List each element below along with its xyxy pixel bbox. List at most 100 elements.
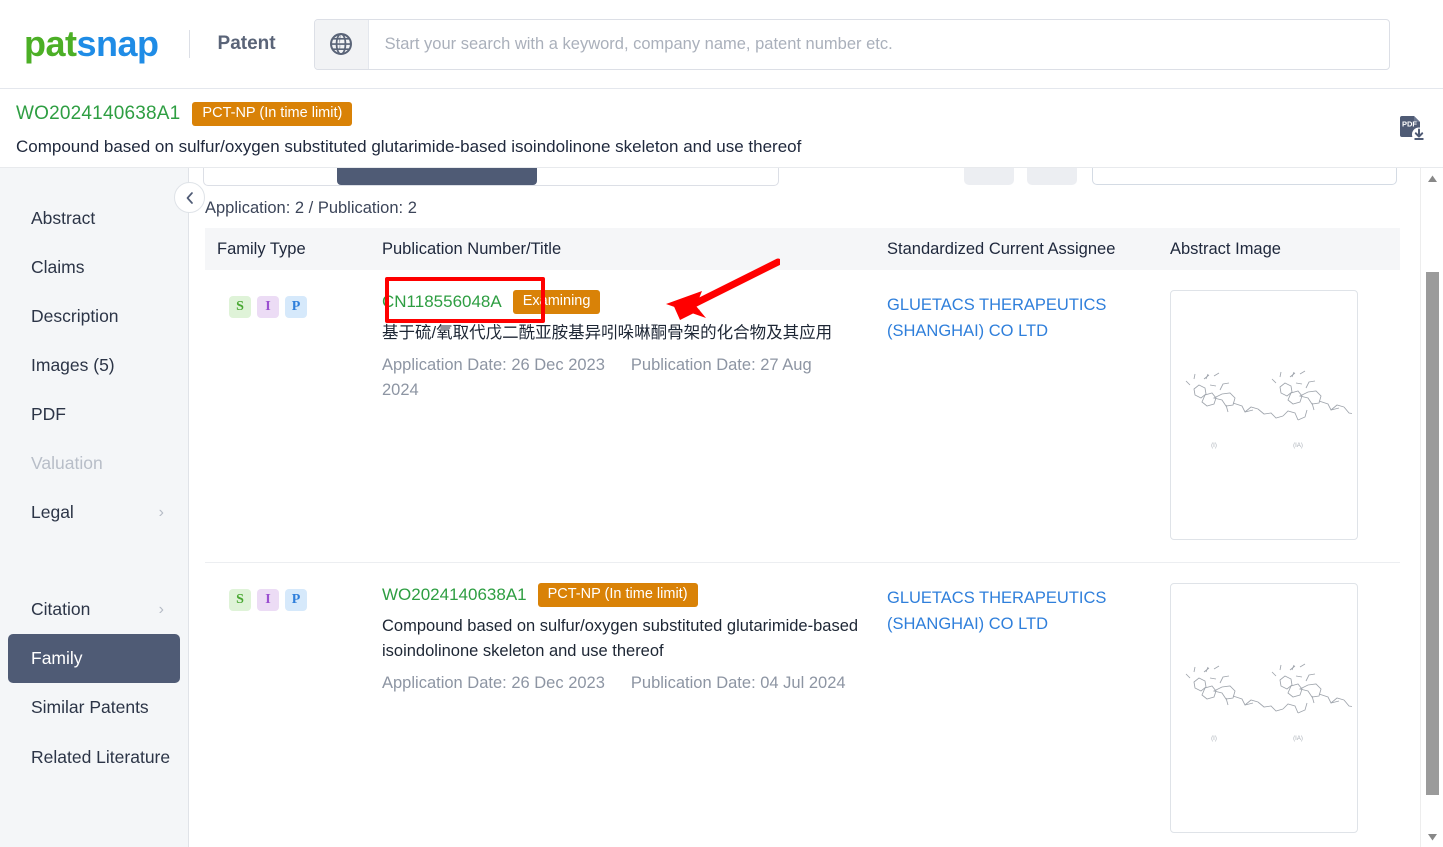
- badge-simple-family[interactable]: S: [229, 296, 251, 318]
- clipped-toolbar-strip: [189, 168, 1443, 186]
- badge-simple-family[interactable]: S: [229, 589, 251, 611]
- patent-publication-number[interactable]: WO2024140638A1: [16, 103, 180, 125]
- abstract-image-cell: (I) (IA): [1170, 583, 1400, 833]
- clipped-filter-input[interactable]: [1092, 168, 1397, 185]
- abstract-image-cell: (I) (IA): [1170, 290, 1400, 540]
- sidebar-item-label: Valuation: [31, 453, 103, 473]
- sidebar-item-claims[interactable]: Claims: [8, 243, 180, 292]
- family-type-cell: S I P: [205, 583, 382, 833]
- badge-patsnap-family[interactable]: P: [285, 589, 307, 611]
- column-header-publication: Publication Number/Title: [382, 239, 562, 258]
- table-row: S I P CN118556048A Examining 基于硫/氧取代戊二酰亚…: [205, 270, 1400, 563]
- scroll-down-arrow-icon[interactable]: [1421, 827, 1443, 847]
- table-row: S I P WO2024140638A1 PCT-NP (In time lim…: [205, 563, 1400, 847]
- row-publication-number[interactable]: WO2024140638A1: [382, 585, 527, 605]
- patent-number-row: WO2024140638A1 PCT-NP (In time limit): [16, 102, 1443, 126]
- row-assignee[interactable]: GLUETACS THERAPEUTICS (SHANGHAI) CO LTD: [887, 290, 1152, 344]
- svg-text:(I): (I): [1211, 736, 1217, 742]
- column-header-family-type: Family Type: [217, 239, 306, 258]
- assignee-cell: GLUETACS THERAPEUTICS (SHANGHAI) CO LTD: [887, 290, 1170, 540]
- header-divider: [188, 30, 190, 58]
- column-header-abstract-image: Abstract Image: [1170, 239, 1281, 258]
- family-counts-summary: Application: 2 / Publication: 2: [205, 199, 417, 217]
- logo-text-pat: pat: [24, 23, 77, 64]
- sidebar-collapse-button[interactable]: [174, 182, 205, 213]
- main-content-panel: Application: 2 / Publication: 2 Family T…: [189, 168, 1443, 847]
- sidebar-item-label: Family: [31, 648, 83, 668]
- row-assignee[interactable]: GLUETACS THERAPEUTICS (SHANGHAI) CO LTD: [887, 583, 1152, 637]
- patsnap-logo[interactable]: patsnap: [24, 26, 159, 62]
- chemical-structure-thumbnail[interactable]: (I) (IA): [1170, 583, 1358, 833]
- publication-cell: CN118556048A Examining 基于硫/氧取代戊二酰亚胺基异吲哚啉…: [382, 290, 887, 540]
- vertical-scrollbar[interactable]: [1420, 168, 1443, 847]
- publication-number-line: WO2024140638A1 PCT-NP (In time limit): [382, 583, 887, 607]
- row-dates: Application Date: 26 Dec 2023 Publication…: [382, 353, 852, 403]
- logo-text-snap: snap: [76, 23, 160, 64]
- chevron-right-icon: ›: [158, 503, 164, 521]
- badge-inpadoc-family[interactable]: I: [257, 589, 279, 611]
- sidebar-item-label: Description: [31, 306, 119, 326]
- family-type-cell: S I P: [205, 290, 382, 540]
- sidebar-item-images[interactable]: Images (5): [8, 341, 180, 390]
- family-type-badges: S I P: [217, 290, 382, 318]
- chemical-structure-thumbnail[interactable]: (I) (IA): [1170, 290, 1358, 540]
- sidebar-item-label: PDF: [31, 404, 66, 424]
- sidebar-item-label: Images (5): [31, 355, 115, 375]
- scroll-up-arrow-icon[interactable]: [1421, 168, 1443, 188]
- column-header-assignee: Standardized Current Assignee: [887, 239, 1116, 258]
- assignee-cell: GLUETACS THERAPEUTICS (SHANGHAI) CO LTD: [887, 583, 1170, 833]
- sidebar-item-label: Legal: [31, 502, 74, 522]
- chevron-right-icon: ›: [158, 600, 164, 618]
- product-label: Patent: [217, 33, 276, 54]
- clipped-toolbar-button-1[interactable]: [964, 168, 1014, 185]
- sidebar-group-divider: [0, 537, 188, 585]
- row-status-badge: Examining: [512, 290, 601, 314]
- publication-number-line: CN118556048A Examining: [382, 290, 887, 314]
- family-type-badges: S I P: [217, 583, 382, 611]
- sidebar-item-label: Similar Patents: [31, 697, 149, 717]
- row-publication-number[interactable]: CN118556048A: [382, 292, 502, 312]
- pdf-download-icon[interactable]: PDF: [1397, 113, 1427, 148]
- sidebar-item-legal[interactable]: Legal ›: [8, 488, 180, 537]
- sidebar-item-valuation: Valuation: [8, 439, 180, 488]
- search-input[interactable]: [368, 19, 1389, 69]
- chevron-left-icon: [186, 191, 193, 204]
- sidebar-item-description[interactable]: Description: [8, 292, 180, 341]
- row-application-date: Application Date: 26 Dec 2023: [382, 355, 605, 374]
- globe-icon[interactable]: [314, 19, 369, 69]
- sidebar-item-label: Claims: [31, 257, 85, 277]
- svg-text:PDF: PDF: [1402, 120, 1417, 129]
- table-header-row: Family Type Publication Number/Title Sta…: [205, 228, 1400, 270]
- search-bar: [313, 18, 1390, 70]
- patent-title: Compound based on sulfur/oxygen substitu…: [16, 136, 802, 156]
- sidebar-item-label: Related Literature: [31, 747, 171, 767]
- patent-title-block: WO2024140638A1 PCT-NP (In time limit) Co…: [0, 89, 1443, 168]
- sidebar-item-similar-patents[interactable]: Similar Patents: [8, 683, 180, 732]
- row-title[interactable]: 基于硫/氧取代戊二酰亚胺基异吲哚啉酮骨架的化合物及其应用: [382, 321, 872, 346]
- left-sidebar: Abstract Claims Description Images (5) P…: [0, 168, 189, 847]
- row-status-badge: PCT-NP (In time limit): [537, 583, 698, 607]
- row-publication-date: Publication Date: 04 Jul 2024: [630, 673, 846, 692]
- clipped-toolbar-button-2[interactable]: [1027, 168, 1077, 185]
- row-application-date: Application Date: 26 Dec 2023: [382, 673, 605, 692]
- sidebar-item-pdf[interactable]: PDF: [8, 390, 180, 439]
- sidebar-item-citation[interactable]: Citation ›: [8, 585, 180, 634]
- patent-status-badge: PCT-NP (In time limit): [192, 102, 353, 126]
- top-header-bar: patsnap Patent: [0, 0, 1443, 89]
- svg-text:(IA): (IA): [1293, 443, 1303, 449]
- svg-text:(I): (I): [1211, 443, 1217, 449]
- clipped-active-segment[interactable]: [337, 168, 537, 185]
- svg-text:(IA): (IA): [1293, 736, 1303, 742]
- sidebar-item-related-literature[interactable]: Related Literature: [8, 732, 180, 783]
- scrollbar-thumb[interactable]: [1426, 272, 1439, 795]
- publication-cell: WO2024140638A1 PCT-NP (In time limit) Co…: [382, 583, 887, 833]
- sidebar-item-abstract[interactable]: Abstract: [8, 194, 180, 243]
- sidebar-item-label: Abstract: [31, 208, 96, 228]
- badge-inpadoc-family[interactable]: I: [257, 296, 279, 318]
- family-table: Family Type Publication Number/Title Sta…: [205, 228, 1400, 847]
- sidebar-item-label: Citation: [31, 599, 91, 619]
- sidebar-item-family[interactable]: Family: [8, 634, 180, 683]
- row-title[interactable]: Compound based on sulfur/oxygen substitu…: [382, 614, 872, 664]
- row-dates: Application Date: 26 Dec 2023 Publication…: [382, 671, 852, 696]
- badge-patsnap-family[interactable]: P: [285, 296, 307, 318]
